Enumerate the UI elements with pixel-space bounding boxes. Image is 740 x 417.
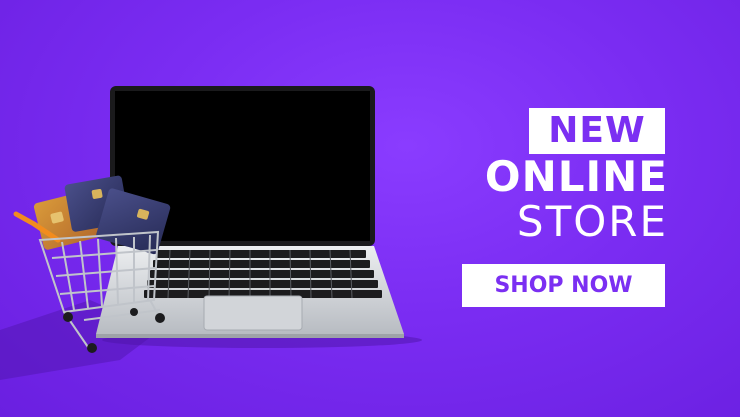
laptop-keyboard bbox=[144, 250, 382, 298]
laptop-trackpad bbox=[203, 295, 303, 331]
headline-store: STORE bbox=[516, 197, 668, 246]
shop-now-button[interactable]: SHOP NOW bbox=[462, 264, 665, 307]
headline-new: NEW bbox=[529, 108, 665, 154]
headline-online: ONLINE bbox=[484, 152, 668, 201]
hero-banner: NEW ONLINE STORE SHOP NOW bbox=[0, 0, 740, 417]
